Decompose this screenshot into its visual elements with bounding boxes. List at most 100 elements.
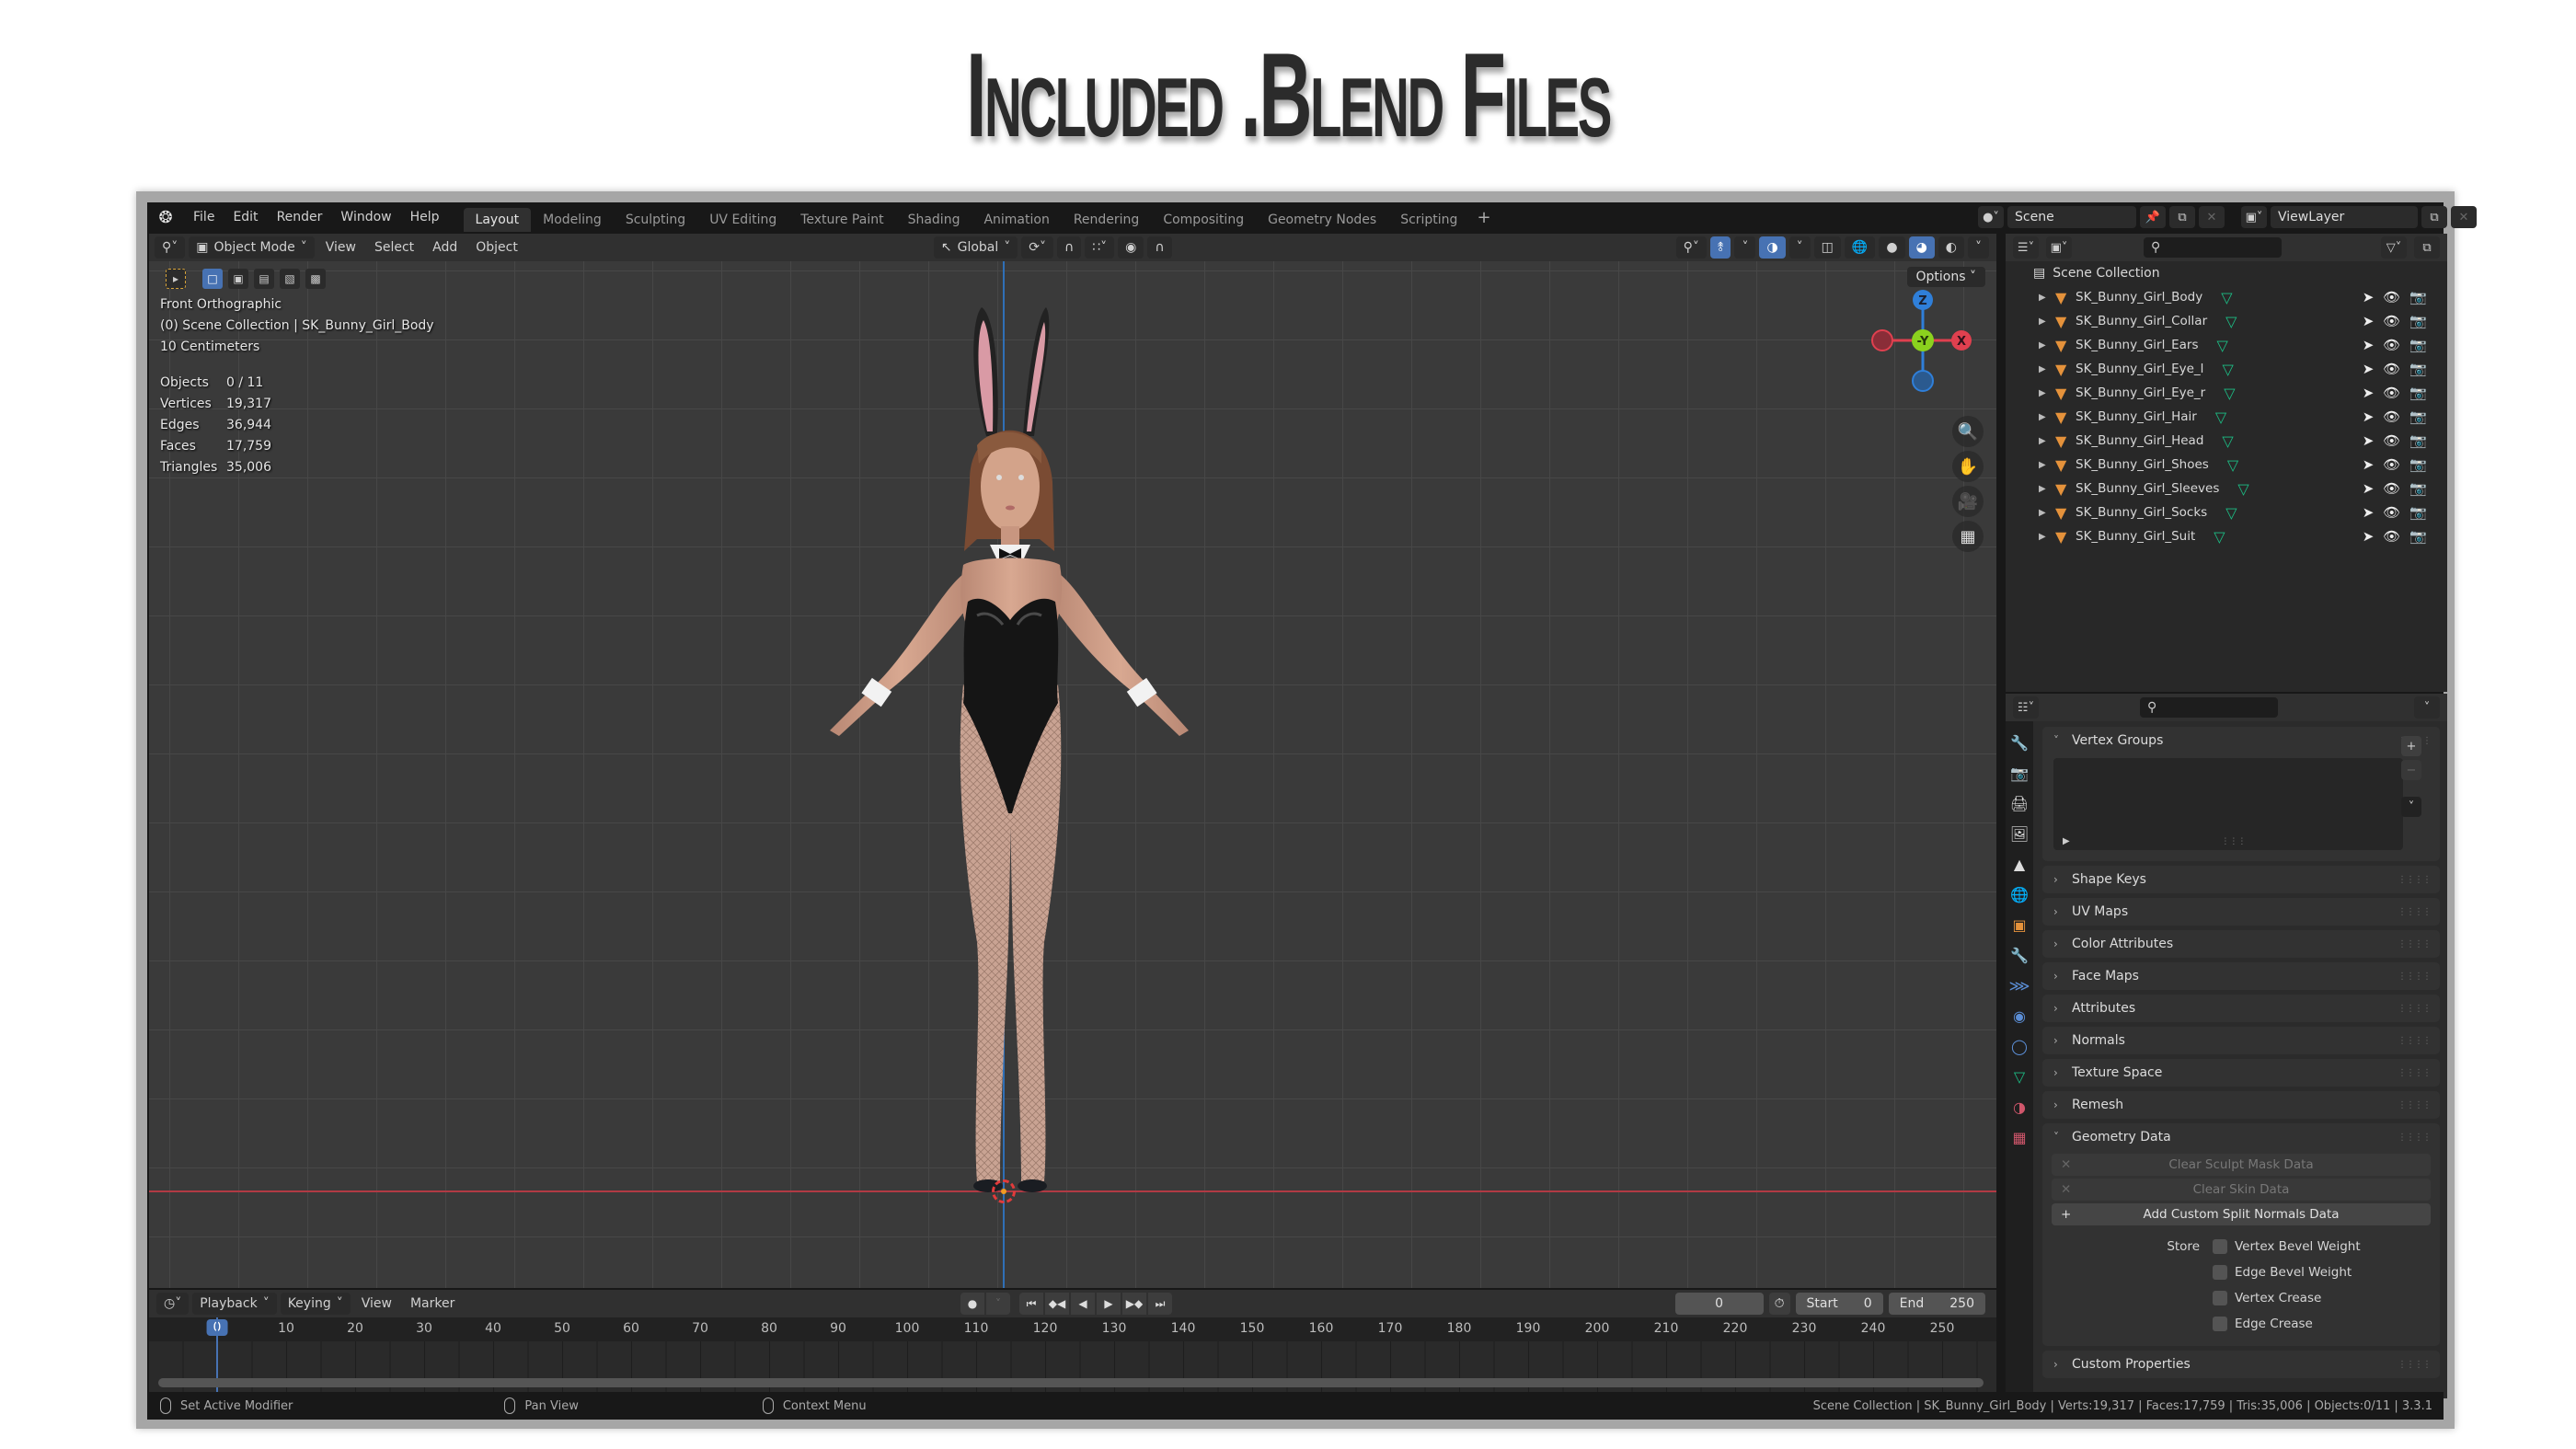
scene-name-field[interactable]: Scene bbox=[2007, 206, 2136, 228]
tab-texture-paint[interactable]: Texture Paint bbox=[788, 208, 895, 232]
jump-to-end-icon[interactable]: ⏭ bbox=[1148, 1293, 1172, 1315]
timeline-menu-marker[interactable]: Marker bbox=[403, 1296, 462, 1311]
blender-logo-icon[interactable]: ❂ bbox=[147, 208, 184, 227]
select-intersect-icon[interactable]: ▩ bbox=[305, 269, 326, 289]
play-icon[interactable]: ▶ bbox=[1097, 1293, 1121, 1315]
tab-modeling[interactable]: Modeling bbox=[531, 208, 614, 232]
panel-header[interactable]: › Face Maps ⋮⋮⋮⋮ bbox=[2042, 962, 2440, 990]
current-frame-field[interactable]: 0 bbox=[1674, 1293, 1764, 1315]
expand-arrow-icon[interactable]: ▶ bbox=[2039, 508, 2048, 518]
remove-vertex-group-icon[interactable]: − bbox=[2401, 760, 2421, 780]
select-subtract-icon[interactable]: ▤ bbox=[254, 269, 274, 289]
material-tab-icon[interactable]: ◑ bbox=[2013, 1098, 2026, 1116]
eye-visibility-icon[interactable]: 👁 bbox=[2383, 313, 2400, 329]
render-camera-icon[interactable]: 📷 bbox=[2409, 313, 2427, 329]
gizmo-toggle-icon[interactable]: ⥉ bbox=[1709, 236, 1731, 259]
render-camera-icon[interactable]: 📷 bbox=[2409, 408, 2427, 425]
particles-tab-icon[interactable]: ⋙ bbox=[2009, 977, 2030, 995]
drag-grip-icon[interactable]: ⋮⋮⋮⋮ bbox=[2398, 1360, 2432, 1370]
drag-grip-icon[interactable]: ⋮⋮⋮⋮ bbox=[2398, 939, 2432, 949]
eye-visibility-icon[interactable]: 👁 bbox=[2383, 528, 2400, 545]
delete-view-layer-icon[interactable]: ✕ bbox=[2451, 206, 2477, 228]
overlay-dropdown[interactable]: ˅ bbox=[1788, 236, 1811, 259]
scene-collection-row[interactable]: ▤ Scene Collection bbox=[2006, 261, 2447, 285]
preview-range-stopwatch-icon[interactable]: ⏱ bbox=[1768, 1293, 1790, 1315]
render-camera-icon[interactable]: 📷 bbox=[2409, 432, 2427, 449]
expand-arrow-icon[interactable]: ▶ bbox=[2039, 316, 2048, 327]
play-reverse-icon[interactable]: ◀ bbox=[1071, 1293, 1095, 1315]
falloff-icon[interactable]: ∩ bbox=[1147, 236, 1172, 259]
expand-arrow-icon[interactable]: ▶ bbox=[2039, 388, 2048, 398]
tab-geometry-nodes[interactable]: Geometry Nodes bbox=[1256, 208, 1388, 232]
mesh-data-icon[interactable]: ▽ bbox=[2225, 313, 2237, 330]
eye-visibility-icon[interactable]: 👁 bbox=[2383, 504, 2400, 521]
mesh-data-icon[interactable]: ▽ bbox=[2221, 289, 2232, 306]
jump-next-keyframe-icon[interactable]: ▶◆ bbox=[1122, 1293, 1146, 1315]
outliner-object-row[interactable]: ▶ ▼ SK_Bunny_Girl_Collar ▽ ➤ 👁 📷 bbox=[2006, 309, 2447, 333]
tweak-tool-icon[interactable]: ▸ bbox=[166, 269, 186, 289]
expand-arrow-icon[interactable]: ▶ bbox=[2039, 364, 2048, 374]
drag-grip-icon[interactable]: ⋮⋮⋮⋮ bbox=[2398, 1068, 2432, 1078]
tab-scripting[interactable]: Scripting bbox=[1388, 208, 1469, 232]
mesh-data-icon[interactable]: ▽ bbox=[2227, 456, 2238, 474]
selectable-arrow-icon[interactable]: ➤ bbox=[2363, 361, 2375, 377]
timeline-menu-view[interactable]: View bbox=[354, 1296, 399, 1311]
panel-header[interactable]: › Texture Space ⋮⋮⋮⋮ bbox=[2042, 1059, 2440, 1087]
jump-prev-keyframe-icon[interactable]: ◆◀ bbox=[1045, 1293, 1069, 1315]
new-collection-icon[interactable]: ⧉ bbox=[2414, 236, 2440, 259]
mesh-data-icon[interactable]: ▽ bbox=[2222, 361, 2233, 378]
drag-grip-icon[interactable]: ⋮⋮⋮⋮ bbox=[2398, 1004, 2432, 1014]
timeline-ruler[interactable]: 0102030405060708090100110120130140150160… bbox=[149, 1317, 1996, 1341]
mesh-data-icon[interactable]: ▽ bbox=[2237, 480, 2248, 498]
eye-visibility-icon[interactable]: 👁 bbox=[2383, 456, 2400, 473]
mesh-data-icon[interactable]: ▽ bbox=[2215, 408, 2226, 426]
expand-arrow-icon[interactable]: ▶ bbox=[2039, 412, 2048, 422]
keying-dropdown[interactable]: Keying ˅ bbox=[280, 1293, 351, 1315]
outliner-object-row[interactable]: ▶ ▼ SK_Bunny_Girl_Shoes ▽ ➤ 👁 📷 bbox=[2006, 453, 2447, 477]
modifier-wrench-tab-icon[interactable]: 🔧 bbox=[2010, 947, 2029, 964]
clear-skin-data-button[interactable]: ✕ Clear Skin Data bbox=[2052, 1179, 2431, 1201]
expand-filter-icon[interactable]: ▶ bbox=[2063, 836, 2070, 846]
render-camera-icon[interactable]: 📷 bbox=[2409, 385, 2427, 401]
menu-file[interactable]: File bbox=[184, 202, 224, 232]
edge-bevel-weight-checkbox[interactable] bbox=[2213, 1265, 2227, 1280]
keying-set-dropdown[interactable]: ˅ bbox=[986, 1293, 1010, 1315]
panel-header[interactable]: › Shape Keys ⋮⋮⋮⋮ bbox=[2042, 866, 2440, 893]
3d-cursor[interactable] bbox=[992, 1179, 1016, 1203]
mode-dropdown[interactable]: ▣ Object Mode ˅ bbox=[189, 236, 315, 259]
object-tab-icon[interactable]: ▣ bbox=[2012, 916, 2026, 934]
tab-compositing[interactable]: Compositing bbox=[1151, 208, 1256, 232]
selectable-arrow-icon[interactable]: ➤ bbox=[2363, 337, 2375, 353]
bunny-girl-model[interactable] bbox=[793, 298, 1216, 1218]
scene-tab-icon[interactable]: ▲ bbox=[2014, 856, 2025, 873]
eye-visibility-icon[interactable]: 👁 bbox=[2383, 480, 2400, 497]
new-scene-icon[interactable]: ⧉ bbox=[2169, 206, 2195, 228]
outliner-object-row[interactable]: ▶ ▼ SK_Bunny_Girl_Ears ▽ ➤ 👁 📷 bbox=[2006, 333, 2447, 357]
outliner-object-row[interactable]: ▶ ▼ SK_Bunny_Girl_Sleeves ▽ ➤ 👁 📷 bbox=[2006, 477, 2447, 500]
eye-visibility-icon[interactable]: 👁 bbox=[2383, 289, 2400, 305]
delete-scene-icon[interactable]: ✕ bbox=[2199, 206, 2225, 228]
viewport-menu-add[interactable]: Add bbox=[425, 240, 465, 255]
viewport-menu-view[interactable]: View bbox=[318, 240, 363, 255]
selectable-arrow-icon[interactable]: ➤ bbox=[2363, 480, 2375, 497]
outliner-object-row[interactable]: ▶ ▼ SK_Bunny_Girl_Suit ▽ ➤ 👁 📷 bbox=[2006, 524, 2447, 548]
render-tab-icon[interactable]: 📷 bbox=[2010, 765, 2029, 782]
view-layer-tab-icon[interactable]: 🖼 bbox=[2010, 825, 2029, 843]
panel-header[interactable]: › UV Maps ⋮⋮⋮⋮ bbox=[2042, 898, 2440, 926]
tab-animation[interactable]: Animation bbox=[972, 208, 1061, 232]
expand-arrow-icon[interactable]: ▶ bbox=[2039, 532, 2048, 542]
snap-target-icon[interactable]: ∷˅ bbox=[1085, 236, 1115, 259]
properties-search-input[interactable]: ⚲ bbox=[2140, 697, 2278, 718]
rendered-shading-icon[interactable]: ◐ bbox=[1938, 236, 1964, 259]
menu-render[interactable]: Render bbox=[268, 202, 332, 232]
physics-tab-icon[interactable]: ◉ bbox=[2013, 1007, 2026, 1025]
selectable-arrow-icon[interactable]: ➤ bbox=[2363, 504, 2375, 521]
start-frame-field[interactable]: Start 0 bbox=[1795, 1293, 1883, 1315]
mesh-data-icon[interactable]: ▽ bbox=[2214, 528, 2225, 546]
view-layer-browse-icon[interactable]: ▣˅ bbox=[2241, 206, 2267, 228]
constraints-tab-icon[interactable]: ◯ bbox=[2011, 1038, 2028, 1055]
expand-arrow-icon[interactable]: ▶ bbox=[2039, 436, 2048, 446]
outliner-object-row[interactable]: ▶ ▼ SK_Bunny_Girl_Eye_l ▽ ➤ 👁 📷 bbox=[2006, 357, 2447, 381]
expand-arrow-icon[interactable]: ▶ bbox=[2039, 484, 2048, 494]
render-camera-icon[interactable]: 📷 bbox=[2409, 289, 2427, 305]
